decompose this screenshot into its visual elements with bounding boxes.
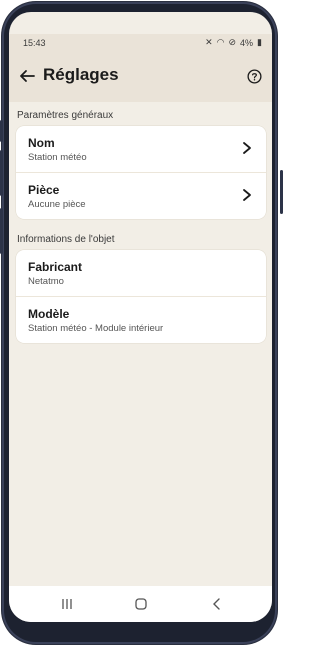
nav-back-icon[interactable] <box>209 596 225 612</box>
setting-row-name[interactable]: Nom Station météo <box>16 126 266 172</box>
section-title-general: Paramètres généraux <box>17 110 114 121</box>
volume-button <box>0 150 3 196</box>
setting-row-room[interactable]: Pièce Aucune pièce <box>16 173 266 219</box>
help-icon[interactable] <box>247 69 262 84</box>
bixby-button <box>0 208 3 254</box>
system-nav-bar <box>9 586 272 622</box>
home-icon[interactable] <box>133 596 149 612</box>
status-time: 15:43 <box>23 38 46 48</box>
object-info-card: Fabricant Netatmo Modèle Station météo -… <box>16 250 266 343</box>
chevron-right-icon <box>243 189 251 201</box>
info-row-manufacturer: Fabricant Netatmo <box>16 250 266 296</box>
info-value: Netatmo <box>28 276 64 287</box>
info-label: Modèle <box>28 307 70 321</box>
back-arrow-icon[interactable] <box>17 66 37 86</box>
setting-value: Station météo <box>28 152 87 163</box>
wifi-icon: ◠ <box>216 37 225 47</box>
recents-icon[interactable] <box>59 596 75 612</box>
status-bar: 15:43 ✕ ◠ ⊘ 4% ▮ <box>9 34 272 52</box>
setting-value: Aucune pièce <box>28 199 86 210</box>
app-bar: Réglages <box>9 52 272 102</box>
dnd-icon: ⊘ <box>228 37 237 47</box>
battery-icon: ▮ <box>257 37 262 47</box>
page-title: Réglages <box>43 65 119 84</box>
general-settings-card: Nom Station météo Pièce Aucune pièce <box>16 126 266 219</box>
section-title-object-info: Informations de l'objet <box>17 234 115 245</box>
info-label: Fabricant <box>28 260 83 274</box>
info-row-model: Modèle Station météo - Module intérieur <box>16 297 266 343</box>
mute-icon: ✕ <box>205 37 213 47</box>
power-button <box>280 170 283 214</box>
chevron-right-icon <box>243 142 251 154</box>
volume-button <box>0 120 3 142</box>
status-icons: ✕ ◠ ⊘ 4% ▮ <box>205 37 262 48</box>
screen: 15:43 ✕ ◠ ⊘ 4% ▮ Réglages Paramètres gén… <box>9 12 272 622</box>
info-value: Station météo - Module intérieur <box>28 323 164 334</box>
battery-level: 4% <box>240 37 254 48</box>
setting-label: Pièce <box>28 183 60 197</box>
setting-label: Nom <box>28 136 55 150</box>
